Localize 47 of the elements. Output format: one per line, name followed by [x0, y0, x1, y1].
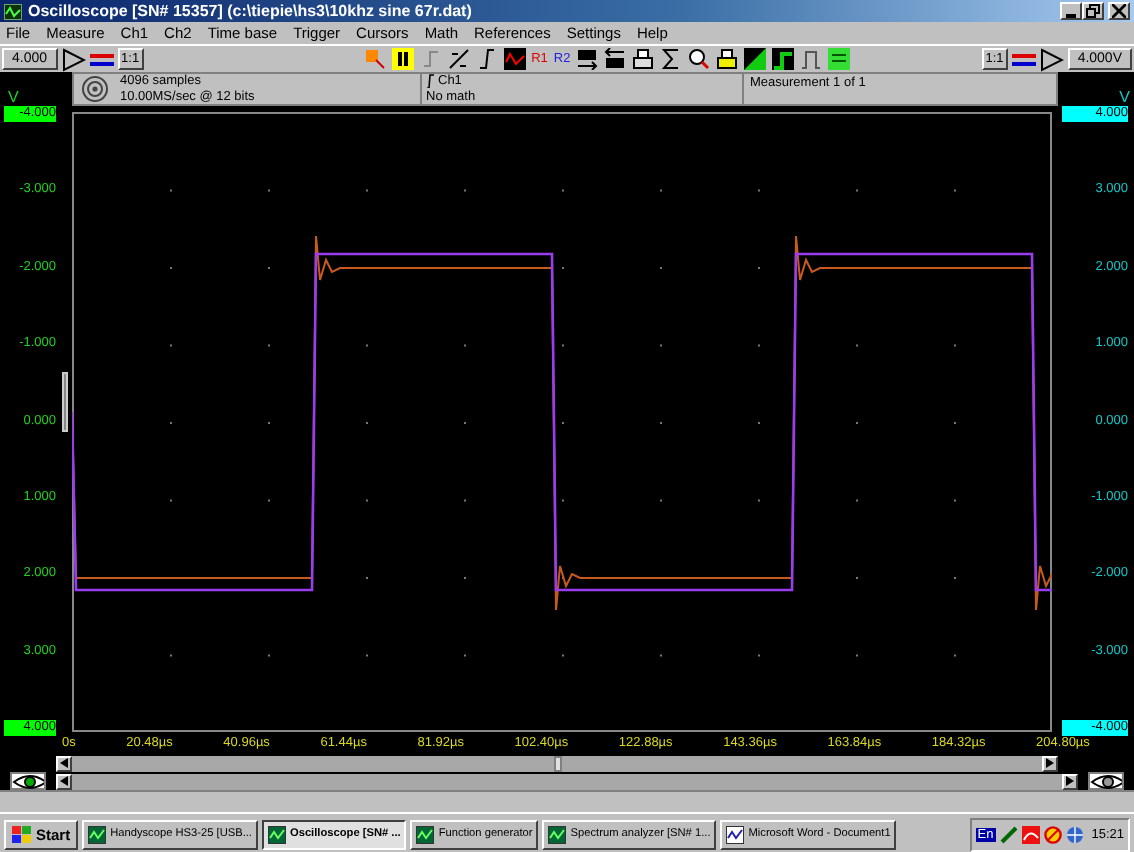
windows-logo-icon — [12, 825, 32, 843]
scroll-thumb[interactable] — [553, 755, 561, 771]
scale-icon[interactable] — [447, 48, 470, 70]
app-icon — [88, 825, 107, 843]
sum-icon[interactable] — [660, 48, 683, 70]
trigger-edge-icon — [426, 74, 434, 89]
axis-unit: V — [8, 88, 19, 106]
restore-icon — [1086, 4, 1100, 18]
horizontal-scrollbar[interactable] — [56, 773, 1078, 789]
scope-icon[interactable] — [503, 48, 526, 70]
zoom-icon[interactable] — [688, 48, 711, 70]
amplifier-icon[interactable] — [61, 47, 86, 71]
pdf-icon[interactable] — [1021, 825, 1040, 843]
record-icon[interactable] — [82, 76, 108, 102]
pulse-icon[interactable] — [800, 48, 823, 70]
window-title: Oscilloscope [SN# 15357] (c:\tiepie\hs3\10khz sine 67r.dat) — [28, 2, 472, 20]
edge-icon[interactable] — [475, 48, 498, 70]
export-icon[interactable] — [576, 48, 599, 70]
scope-icon — [4, 3, 22, 19]
restore-button[interactable] — [1082, 2, 1104, 20]
set-icon[interactable] — [828, 48, 851, 70]
axis-unit: V — [1119, 88, 1130, 106]
app-icon — [726, 825, 745, 843]
pause-icon[interactable] — [391, 48, 414, 70]
scroll-left-button[interactable] — [56, 773, 72, 789]
visibility-button[interactable] — [10, 772, 46, 790]
scroll-right-button[interactable] — [1062, 773, 1078, 789]
app-icon — [267, 825, 286, 843]
app-icon — [416, 825, 435, 843]
globe-icon[interactable] — [1065, 825, 1084, 843]
close-button[interactable] — [1108, 2, 1130, 20]
horizontal-scrollbar[interactable] — [56, 755, 1058, 771]
printer-icon[interactable] — [632, 48, 655, 70]
pen-icon[interactable] — [999, 825, 1018, 843]
visibility-button[interactable] — [1088, 772, 1124, 790]
amplifier-icon[interactable] — [1039, 47, 1064, 71]
import-icon[interactable] — [604, 48, 627, 70]
printer-icon[interactable] — [716, 48, 739, 70]
scroll-left-button[interactable] — [56, 755, 72, 771]
no-entry-icon[interactable] — [1043, 825, 1062, 843]
trigger-marker[interactable] — [62, 372, 68, 432]
close-icon — [1112, 4, 1126, 18]
slope-icon[interactable] — [744, 48, 767, 70]
minimize-button[interactable] — [1060, 2, 1082, 20]
scroll-right-button[interactable] — [1042, 755, 1058, 771]
app-icon — [548, 825, 567, 843]
step-icon[interactable] — [772, 48, 795, 70]
